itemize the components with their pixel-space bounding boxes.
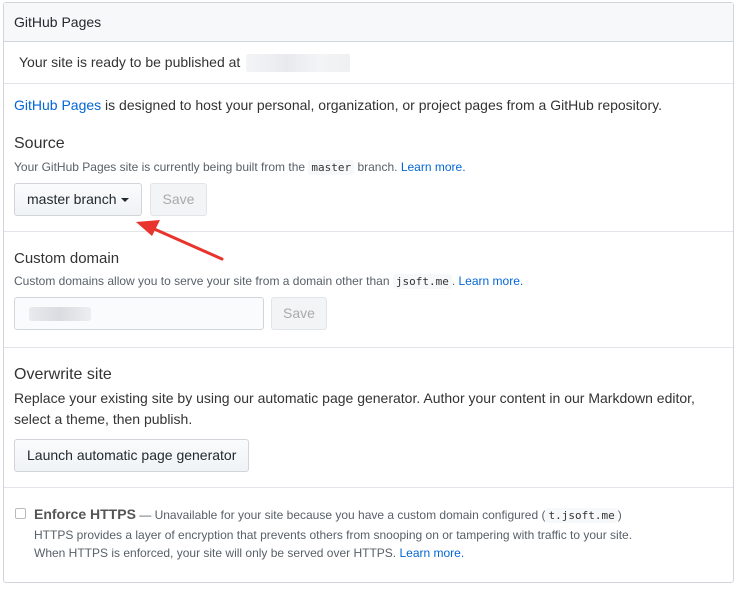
custom-domain-input[interactable] — [14, 297, 264, 330]
intro-text: GitHub Pages is designed to host your pe… — [14, 97, 662, 113]
publish-notice: Your site is ready to be published at — [4, 42, 733, 84]
overwrite-description: Replace your existing site by using our … — [14, 390, 695, 427]
https-section: Enforce HTTPS — Unavailable for your sit… — [4, 488, 733, 578]
custom-domain-section: Custom domain Custom domains allow you t… — [4, 232, 733, 348]
source-save-button[interactable]: Save — [150, 183, 207, 216]
redacted-domain-value — [29, 307, 91, 321]
source-description: Your GitHub Pages site is currently bein… — [14, 160, 466, 175]
https-first-line: Enforce HTTPS — Unavailable for your sit… — [34, 506, 622, 523]
domain-code: jsoft.me — [392, 274, 452, 289]
https-description-line2: HTTPS provides a layer of encryption tha… — [34, 528, 633, 542]
source-heading: Source — [14, 135, 65, 152]
github-pages-panel: GitHub Pages Your site is ready to be pu… — [3, 2, 734, 583]
source-learn-more-link[interactable]: Learn more. — [401, 160, 466, 174]
caret-down-icon — [121, 198, 130, 203]
source-section: GitHub Pages is designed to host your pe… — [4, 84, 733, 232]
branch-code: master — [308, 160, 355, 175]
github-pages-link[interactable]: GitHub Pages — [14, 97, 101, 113]
custom-domain-save-button[interactable]: Save — [271, 297, 327, 330]
panel-title: GitHub Pages — [4, 3, 733, 42]
publish-notice-text: Your site is ready to be published at — [19, 54, 245, 70]
custom-domain-learn-more-link[interactable]: Learn more. — [459, 274, 524, 288]
https-description-line3: When HTTPS is enforced, your site will o… — [34, 546, 465, 560]
enforce-https-label: Enforce HTTPS — [34, 506, 136, 522]
branch-select-button[interactable]: master branch — [14, 183, 143, 216]
overwrite-section: Overwrite site Replace your existing sit… — [4, 348, 733, 488]
https-learn-more-link[interactable]: Learn more. — [399, 546, 464, 560]
enforce-https-checkbox[interactable] — [15, 508, 26, 519]
intro-description: is designed to host your personal, organ… — [101, 97, 662, 113]
custom-domain-heading: Custom domain — [14, 250, 120, 267]
launch-page-generator-button[interactable]: Launch automatic page generator — [14, 439, 250, 472]
redacted-url — [246, 54, 351, 73]
overwrite-heading: Overwrite site — [14, 366, 112, 383]
https-domain-code: t.jsoft.me — [545, 508, 618, 523]
custom-domain-description: Custom domains allow you to serve your s… — [14, 274, 524, 289]
